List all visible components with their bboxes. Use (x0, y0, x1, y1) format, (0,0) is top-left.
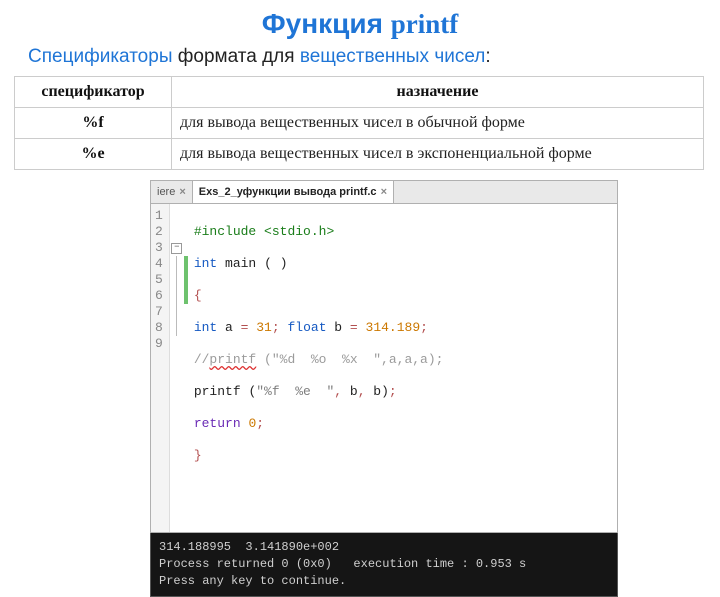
table-row: %e для вывода вещественных чисел в экспо… (15, 139, 704, 170)
line-number: 6 (155, 288, 163, 304)
specifier-table: спецификатор назначение %f для вывода ве… (14, 76, 704, 170)
fold-icon[interactable]: − (171, 243, 182, 254)
title-part2: printf (391, 9, 459, 39)
code-editor[interactable]: 1 2 3 4 5 6 7 8 9 − (150, 203, 618, 533)
cell-desc: для вывода вещественных чисел в обычной … (172, 108, 704, 139)
slide-subtitle: Спецификаторы формата для вещественных ч… (28, 46, 706, 68)
table-header-spec: спецификатор (15, 77, 172, 108)
line-number-gutter: 1 2 3 4 5 6 7 8 9 (151, 204, 170, 532)
line-number: 9 (155, 336, 163, 352)
console-line: Press any key to continue. (159, 573, 609, 590)
slide-title: Функция printf (0, 8, 720, 40)
title-part1: Функция (262, 8, 383, 39)
code-area[interactable]: #include <stdio.h> int main ( ) { int a … (188, 204, 617, 532)
close-icon[interactable]: × (179, 186, 185, 198)
tab-active-label: Exs_2_уфункции вывода printf.c (199, 186, 377, 198)
table-row: %f для вывода вещественных чисел в обычн… (15, 108, 704, 139)
line-number: 5 (155, 272, 163, 288)
cell-desc: для вывода вещественных чисел в экспонен… (172, 139, 704, 170)
line-number: 1 (155, 208, 163, 224)
line-number: 2 (155, 224, 163, 240)
close-icon[interactable]: × (381, 186, 387, 198)
fold-column: − (170, 204, 184, 532)
table-header-desc: назначение (172, 77, 704, 108)
subtitle-part1: Спецификаторы (28, 46, 178, 67)
line-number: 7 (155, 304, 163, 320)
console-line: Process returned 0 (0x0) execution time … (159, 556, 609, 573)
tab-partial[interactable]: iere × (151, 181, 193, 203)
subtitle-part4: : (485, 46, 490, 67)
editor-tabs: iere × Exs_2_уфункции вывода printf.c × (150, 180, 618, 203)
cell-spec: %e (15, 139, 172, 170)
console-output: 314.188995 3.141890e+002Process returned… (150, 533, 618, 597)
tab-partial-label: iere (157, 186, 175, 198)
ide-screenshot: iere × Exs_2_уфункции вывода printf.c × … (150, 180, 618, 597)
line-number: 4 (155, 256, 163, 272)
console-line: 314.188995 3.141890e+002 (159, 539, 609, 556)
subtitle-part3: вещественных чисел (300, 46, 486, 67)
cell-spec: %f (15, 108, 172, 139)
line-number: 3 (155, 240, 163, 256)
line-number: 8 (155, 320, 163, 336)
subtitle-part2: формата для (178, 46, 300, 67)
tab-active[interactable]: Exs_2_уфункции вывода printf.c × (193, 181, 394, 203)
